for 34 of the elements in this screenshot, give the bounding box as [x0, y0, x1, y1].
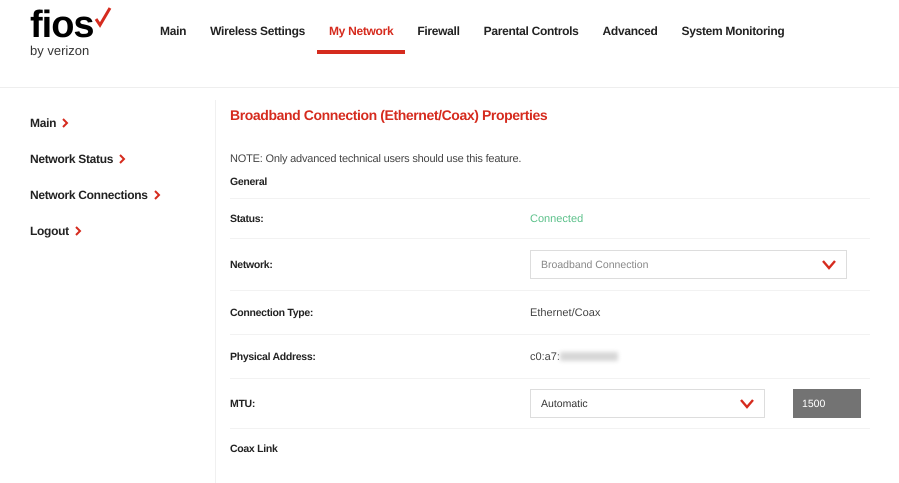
dropdown[interactable]: Broadband Connection [530, 250, 847, 279]
field-label: Status: [230, 212, 264, 224]
chevron-right-icon [154, 190, 161, 200]
field-value: c0:a7: [530, 350, 560, 362]
sidebar-item[interactable]: Network Status [30, 151, 126, 167]
field-value: Ethernet/Coax [530, 306, 600, 318]
logo-wordmark: fios [30, 6, 94, 44]
note-text: NOTE: Only advanced technical users should use this feature. [230, 153, 522, 165]
chevron-down-icon [822, 260, 836, 270]
page-title: Broadband Connection (Ethernet/Coax) Properties [230, 107, 548, 123]
logo-tagline: by verizon [30, 43, 90, 58]
field-label: MTU: [230, 398, 256, 410]
nav-tab[interactable]: Wireless Settings [198, 24, 317, 54]
status-value: Connected [530, 212, 584, 224]
chevron-down-icon [740, 398, 754, 408]
sidebar-item[interactable]: Main [30, 115, 70, 131]
field-label: Network: [230, 258, 273, 270]
nav-tab[interactable]: Advanced [590, 24, 670, 54]
chevron-right-icon [62, 118, 70, 128]
blurred-text-mark [560, 352, 618, 361]
field-label: Connection Type: [230, 306, 314, 318]
chevron-right-icon [74, 226, 82, 236]
nav-tab[interactable]: Main [148, 24, 198, 54]
nav-tab[interactable]: Parental Controls [472, 24, 591, 54]
section-heading: General [230, 176, 268, 188]
nav-tab[interactable]: My Network [316, 24, 406, 54]
field-label: Physical Address: [230, 350, 316, 362]
sidebar-item[interactable]: Network Connections [30, 187, 161, 203]
section-heading: Coax Link [230, 443, 278, 455]
sidebar-item[interactable]: Logout [30, 223, 82, 239]
chevron-right-icon [119, 154, 126, 164]
check-mark-icon [94, 6, 112, 28]
nav-tab[interactable]: System Monitoring [670, 24, 796, 54]
nav-tab[interactable]: Firewall [405, 24, 472, 54]
